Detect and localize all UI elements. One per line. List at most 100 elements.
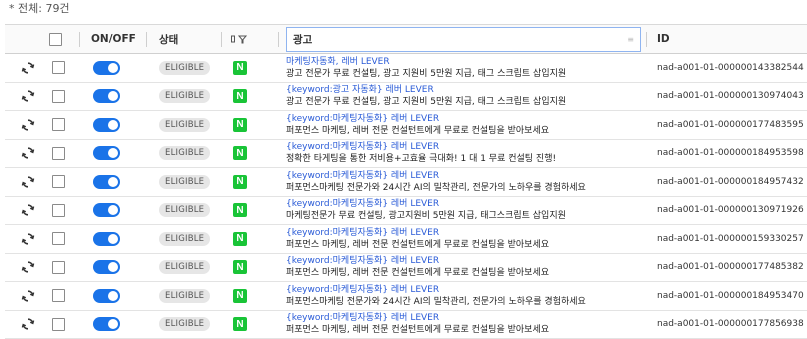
ad-cell: {keyword:마케팅자동화} 레버 LEVER 퍼포먼스마케팅 전문가와 2…	[286, 282, 641, 310]
table-row: ELIGIBLE N {keyword:광고 자동화} 레버 LEVER 광고 …	[5, 83, 807, 112]
column-divider	[646, 32, 647, 47]
column-divider	[221, 32, 222, 47]
row-checkbox[interactable]	[52, 289, 65, 302]
id-cell: nad-a001-01-000000130974043	[657, 83, 807, 111]
sync-icon[interactable]	[21, 83, 37, 111]
ad-id: nad-a001-01-000000130971926	[657, 205, 804, 215]
row-select-cell	[52, 83, 72, 111]
column-header-ad[interactable]: 광고 ≡	[286, 27, 641, 52]
row-checkbox[interactable]	[52, 318, 65, 331]
naver-n-icon: N	[233, 146, 247, 160]
table-row: ELIGIBLE N {keyword:마케팅자동화} 레버 LEVER 퍼포먼…	[5, 168, 807, 197]
status-badge: ELIGIBLE	[159, 203, 210, 217]
onoff-toggle[interactable]	[93, 232, 120, 246]
column-header-id[interactable]: ID	[657, 25, 717, 53]
id-cell: nad-a001-01-000000143382544	[657, 54, 807, 82]
onoff-toggle[interactable]	[93, 203, 120, 217]
row-checkbox[interactable]	[52, 232, 65, 245]
ad-title-link[interactable]: {keyword:마케팅자동화} 레버 LEVER	[286, 113, 439, 125]
status-badge: ELIGIBLE	[159, 118, 210, 132]
ad-cell: {keyword:마케팅자동화} 레버 LEVER 마케팅전문가 무료 컨설팅,…	[286, 197, 641, 225]
id-cell: nad-a001-01-000000177483595	[657, 111, 807, 139]
id-cell: nad-a001-01-000000184953470	[657, 282, 807, 310]
row-checkbox[interactable]	[52, 175, 65, 188]
sync-icon[interactable]	[21, 197, 37, 225]
naver-n-icon: N	[233, 203, 247, 217]
naver-n-icon: N	[233, 232, 247, 246]
row-checkbox[interactable]	[52, 90, 65, 103]
media-cell: N	[233, 140, 253, 168]
onoff-toggle[interactable]	[93, 118, 120, 132]
id-cell: nad-a001-01-000000177856938	[657, 311, 807, 339]
onoff-toggle[interactable]	[93, 260, 120, 274]
table-row: ELIGIBLE N {keyword:마케팅자동화} 레버 LEVER 퍼포먼…	[5, 254, 807, 283]
ad-title-link[interactable]: {keyword:마케팅자동화} 레버 LEVER	[286, 227, 439, 239]
naver-n-icon: N	[233, 260, 247, 274]
column-header-status[interactable]: 상태	[159, 25, 209, 53]
sync-icon[interactable]	[21, 225, 37, 253]
ad-title-link[interactable]: {keyword:마케팅자동화} 레버 LEVER	[286, 284, 439, 296]
media-cell: N	[233, 168, 253, 196]
onoff-toggle[interactable]	[93, 289, 120, 303]
row-select-cell	[52, 111, 72, 139]
ad-header-label: 광고	[293, 32, 312, 47]
id-cell: nad-a001-01-000000184953598	[657, 140, 807, 168]
ads-table: ON/OFF 상태 광고 ≡ ID	[5, 24, 807, 339]
ad-cell: {keyword:마케팅자동화} 레버 LEVER 정확한 타게팅을 통한 저비…	[286, 140, 641, 168]
naver-n-icon: N	[233, 89, 247, 103]
onoff-cell	[93, 54, 133, 82]
ad-title-link[interactable]: 마케팅자동화, 레버 LEVER	[286, 56, 390, 68]
toggle-knob	[108, 63, 118, 73]
ad-title-link[interactable]: {keyword:마케팅자동화} 레버 LEVER	[286, 255, 439, 267]
onoff-header-label: ON/OFF	[91, 33, 136, 45]
ad-description: 정확한 타게팅을 통한 저비용+고효율 극대화! 1 대 1 무료 컨설팅 진행…	[286, 153, 556, 165]
row-checkbox[interactable]	[52, 118, 65, 131]
onoff-toggle[interactable]	[93, 146, 120, 160]
ad-cell: {keyword:마케팅자동화} 레버 LEVER 퍼포먼스 마케팅, 레버 전…	[286, 225, 641, 253]
ad-cell: {keyword:마케팅자동화} 레버 LEVER 퍼포먼스 마케팅, 레버 전…	[286, 111, 641, 139]
onoff-toggle[interactable]	[93, 61, 120, 75]
naver-n-icon: N	[233, 289, 247, 303]
sync-icon[interactable]	[21, 111, 37, 139]
sync-icon[interactable]	[21, 282, 37, 310]
ad-title-link[interactable]: {keyword:마케팅자동화} 레버 LEVER	[286, 170, 439, 182]
sync-icon[interactable]	[21, 54, 37, 82]
sync-icon[interactable]	[21, 168, 37, 196]
row-checkbox[interactable]	[52, 204, 65, 217]
onoff-cell	[93, 111, 133, 139]
sync-icon[interactable]	[21, 140, 37, 168]
sync-icon[interactable]	[21, 311, 37, 339]
id-cell: nad-a001-01-000000159330257	[657, 225, 807, 253]
status-badge: ELIGIBLE	[159, 232, 210, 246]
onoff-toggle[interactable]	[93, 175, 120, 189]
ad-title-link[interactable]: {keyword:마케팅자동화} 레버 LEVER	[286, 141, 439, 153]
total-count-label: * 전체: 79건	[0, 0, 807, 24]
sync-icon[interactable]	[21, 254, 37, 282]
ad-title-link[interactable]: {keyword:마케팅자동화} 레버 LEVER	[286, 312, 439, 324]
row-checkbox[interactable]	[52, 147, 65, 160]
id-cell: nad-a001-01-000000177485382	[657, 254, 807, 282]
column-header-media[interactable]	[231, 25, 261, 53]
table-row: ELIGIBLE N {keyword:마케팅자동화} 레버 LEVER 퍼포먼…	[5, 282, 807, 311]
filter-icon[interactable]	[231, 34, 249, 44]
onoff-toggle[interactable]	[93, 317, 120, 331]
row-select-cell	[52, 225, 72, 253]
row-checkbox[interactable]	[52, 61, 65, 74]
status-cell: ELIGIBLE	[159, 54, 229, 82]
column-header-onoff[interactable]: ON/OFF	[91, 25, 151, 53]
select-all-checkbox[interactable]	[49, 33, 62, 46]
ad-title-link[interactable]: {keyword:마케팅자동화} 레버 LEVER	[286, 198, 439, 210]
table-header-row: ON/OFF 상태 광고 ≡ ID	[5, 25, 807, 54]
row-select-cell	[52, 168, 72, 196]
naver-n-icon: N	[233, 175, 247, 189]
ad-id: nad-a001-01-000000184953598	[657, 148, 804, 158]
onoff-toggle[interactable]	[93, 89, 120, 103]
table-row: ELIGIBLE N {keyword:마케팅자동화} 레버 LEVER 퍼포먼…	[5, 225, 807, 254]
ad-title-link[interactable]: {keyword:광고 자동화} 레버 LEVER	[286, 84, 434, 96]
status-cell: ELIGIBLE	[159, 254, 229, 282]
sort-icon[interactable]: ≡	[627, 35, 634, 44]
row-checkbox[interactable]	[52, 261, 65, 274]
status-cell: ELIGIBLE	[159, 83, 229, 111]
ad-description: 퍼포먼스 마케팅, 레버 전문 컨설턴트에게 무료로 컨설팅을 받아보세요	[286, 125, 549, 137]
column-divider	[278, 32, 279, 47]
